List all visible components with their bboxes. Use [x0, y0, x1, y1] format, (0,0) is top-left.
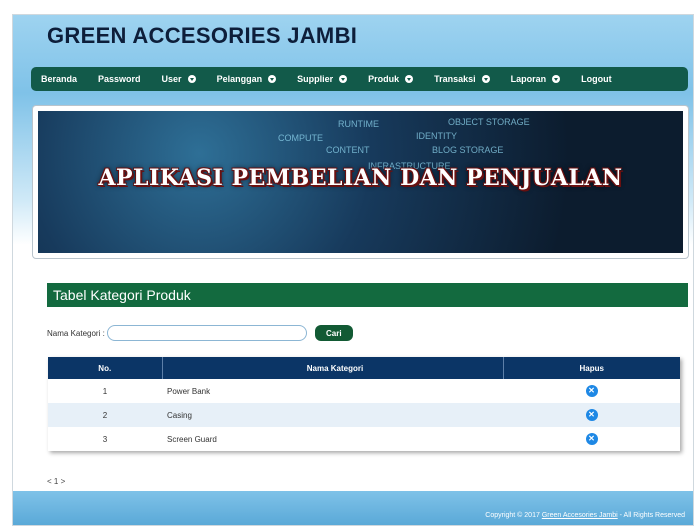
footer-link[interactable]: Green Accesories Jambi: [542, 512, 618, 519]
nav-item-produk[interactable]: Produk: [368, 74, 414, 84]
row-no: 3: [48, 427, 162, 451]
delete-icon[interactable]: ✕: [585, 409, 598, 421]
chevron-down-icon: [339, 75, 348, 83]
row-no: 1: [48, 379, 162, 403]
banner-title: APLIKASI PEMBELIAN DAN PENJUALAN: [98, 165, 623, 191]
table-row: 1 Power Bank ✕: [48, 379, 680, 403]
banner-word: OBJECT STORAGE: [448, 117, 530, 127]
chevron-down-icon: [405, 75, 414, 83]
row-nama-kategori: Casing: [162, 403, 503, 427]
nav-item-label: Transaksi: [434, 74, 476, 84]
nav-item-label: Produk: [368, 74, 400, 84]
nav-item-user[interactable]: User: [162, 74, 196, 84]
table-row: 2 Casing ✕: [48, 403, 680, 427]
chevron-down-icon: [268, 75, 277, 83]
banner-frame: RUNTIME IDENTITY OBJECT STORAGE CONTENT BLOG…: [32, 105, 689, 259]
row-no: 2: [48, 403, 162, 427]
header-no: No.: [48, 357, 163, 379]
nav-item-label: Pelanggan: [216, 74, 263, 84]
header-hapus: Hapus: [503, 357, 680, 379]
chevron-down-icon: [552, 75, 561, 83]
main-navbar: Beranda Password User Pelanggan Supplier Prod…: [31, 67, 688, 91]
footer: Copyright © 2017 Green Accesories Jambi …: [13, 491, 693, 525]
copyright: Copyright © 2017 Green Accesories Jambi …: [485, 512, 685, 519]
chevron-down-icon: [187, 75, 196, 83]
page-frame: GREEN ACCESORIES JAMBI Beranda Password Us…: [12, 14, 694, 526]
banner-word: COMPUTE: [278, 133, 323, 143]
copyright-prefix: Copyright © 2017: [485, 512, 542, 519]
kategori-table: No. Nama Kategori Hapus 1 Power Bank ✕ 2 Cas…: [48, 357, 680, 451]
nav-item-label: Supplier: [297, 74, 334, 84]
cari-button[interactable]: Cari: [314, 325, 353, 341]
copyright-suffix: - All Rights Reserved: [617, 512, 685, 519]
table-row: 3 Screen Guard ✕: [48, 427, 680, 451]
nav-item-password[interactable]: Password: [98, 74, 141, 84]
nav-item-pelanggan[interactable]: Pelanggan: [217, 74, 277, 84]
banner-word: CONTENT: [326, 145, 370, 155]
table-header-row: No. Nama Kategori Hapus: [48, 357, 680, 379]
banner-word: IDENTITY: [416, 131, 458, 141]
nav-item-supplier[interactable]: Supplier: [297, 74, 348, 84]
nav-item-beranda[interactable]: Beranda: [41, 74, 77, 84]
row-nama-kategori: Power Bank: [162, 379, 503, 403]
chevron-down-icon: [481, 75, 490, 83]
search-label: Nama Kategori :: [47, 328, 105, 338]
pagination[interactable]: < 1 >: [47, 477, 65, 486]
nama-kategori-input[interactable]: [106, 325, 307, 341]
header-nama-kategori: Nama Kategori: [162, 357, 504, 379]
row-nama-kategori: Screen Guard: [162, 427, 503, 451]
app-title: GREEN ACCESORIES JAMBI: [47, 23, 358, 48]
search-row: Nama Kategori : Cari: [47, 325, 353, 341]
nav-item-label: Laporan: [510, 74, 547, 84]
nav-item-label: Beranda: [41, 74, 78, 84]
nav-item-label: Password: [98, 74, 141, 84]
nav-item-logout[interactable]: Logout: [581, 74, 612, 84]
banner-word: BLOG STORAGE: [432, 145, 504, 155]
nav-item-label: Logout: [581, 74, 612, 84]
delete-icon[interactable]: ✕: [585, 433, 598, 445]
banner-image: RUNTIME IDENTITY OBJECT STORAGE CONTENT BLOG…: [38, 111, 683, 253]
section-title: Tabel Kategori Produk: [47, 283, 688, 307]
nav-item-laporan[interactable]: Laporan: [511, 74, 561, 84]
nav-item-transaksi[interactable]: Transaksi: [434, 74, 490, 84]
delete-icon[interactable]: ✕: [585, 385, 598, 397]
banner-word: RUNTIME: [338, 119, 379, 129]
nav-item-label: User: [161, 74, 182, 84]
